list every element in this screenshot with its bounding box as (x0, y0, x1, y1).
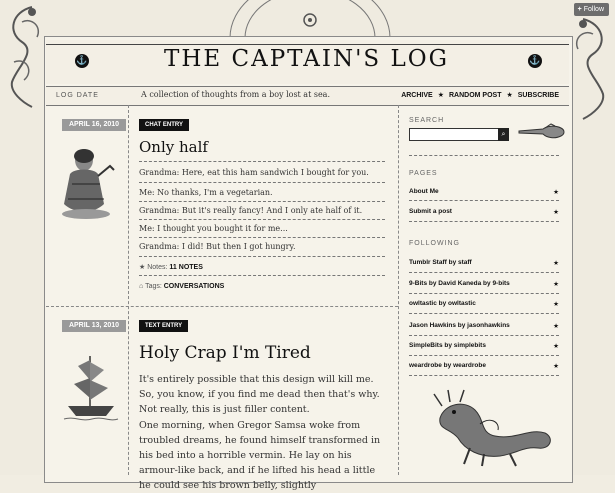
search-button[interactable]: ⌕ (498, 128, 509, 141)
separator (139, 275, 385, 276)
page-link-label: Submit a post (409, 208, 452, 215)
sidebar-page-link[interactable]: About Me ★ (409, 188, 559, 196)
post-paragraph: It's entirely possible that this design … (139, 374, 380, 415)
following-heading: FOLLOWING (409, 240, 461, 247)
following-link[interactable]: Jason Hawkins by jasonhawkins ★ (409, 322, 559, 330)
separator (409, 200, 559, 201)
compass-ornament-icon (229, 0, 391, 38)
separator (409, 355, 559, 356)
follow-button[interactable]: + Follow (573, 3, 609, 16)
star-icon: ★ (553, 260, 559, 267)
separator (139, 201, 385, 202)
following-link-label: 9-Bits by David Kaneda by 9-bits (409, 280, 510, 287)
following-link[interactable]: Tumblr Staff by staff ★ (409, 259, 559, 267)
separator (139, 237, 385, 238)
page-link-label: About Me (409, 188, 439, 195)
post-paragraph: One morning, when Gregor Samsa woke from… (139, 420, 381, 491)
separator (409, 221, 559, 222)
anchor-icon: ⚓ (528, 54, 542, 68)
nav-link-random-post[interactable]: RANDOM POST (449, 92, 502, 99)
site-tagline: A collection of thoughts from a boy lost… (141, 90, 330, 99)
separator (139, 182, 385, 183)
chat-line: Me: No thanks, I'm a vegetarian. (139, 188, 273, 197)
pages-heading: PAGES (409, 170, 438, 177)
sailing-ship-illustration (63, 356, 119, 421)
following-link-label: Jason Hawkins by jasonhawkins (409, 322, 510, 329)
separator (409, 155, 559, 156)
pointing-hand-icon (518, 123, 565, 139)
post-notes: ★ Notes: 11 NOTES (139, 263, 203, 271)
following-link[interactable]: owltastic by owltastic ★ (409, 300, 559, 308)
post-tags: ⌂ Tags: CONVERSATIONS (139, 283, 224, 290)
post-date-ribbon: APRIL 13, 2010 (62, 320, 126, 332)
nav-links: ARCHIVE ★ RANDOM POST ★ SUBSCRIBE (401, 91, 559, 99)
anchor-icon: ⚓ (75, 54, 89, 68)
chat-line: Me: I thought you bought it for me... (139, 224, 288, 233)
separator (139, 161, 385, 162)
search-icon: ⌕ (501, 130, 506, 138)
search-input[interactable] (409, 128, 501, 141)
following-link[interactable]: weardrobe by weardrobe ★ (409, 362, 559, 370)
post-date-ribbon: APRIL 16, 2010 (62, 119, 126, 131)
separator (139, 219, 385, 220)
separator (409, 335, 559, 336)
tag-link[interactable]: CONVERSATIONS (164, 283, 225, 290)
nav-link-subscribe[interactable]: SUBSCRIBE (518, 92, 559, 99)
search-heading: SEARCH (409, 117, 445, 124)
following-link-label: SimpleBits by simplebits (409, 342, 486, 349)
chat-line: Grandma: I did! But then I got hungry. (139, 242, 296, 251)
following-link-label: Tumblr Staff by staff (409, 259, 472, 266)
following-link-label: weardrobe by weardrobe (409, 362, 486, 369)
post-title[interactable]: Only half (139, 138, 208, 156)
tags-label: Tags: (145, 283, 162, 290)
post-type-badge: CHAT ENTRY (139, 119, 189, 131)
chat-line: Grandma: But it's really fancy! And I on… (139, 206, 363, 215)
star-icon: ★ (139, 264, 146, 271)
star-icon: ★ (553, 281, 559, 288)
nav-link-archive[interactable]: ARCHIVE (401, 92, 433, 99)
masthead-rule (46, 44, 569, 45)
sidebar-page-link[interactable]: Submit a post ★ (409, 208, 559, 216)
column-divider (398, 105, 399, 475)
woman-portrait-illustration (62, 149, 115, 219)
plus-icon: + (577, 6, 582, 13)
separator (409, 313, 559, 314)
star-icon: ★ (553, 209, 559, 216)
page-background: + Follow ⚓ THE CAPTAIN'S LOG ⚓ LOG DATE A… (0, 0, 615, 491)
tag-icon: ⌂ (139, 283, 144, 290)
column-divider (128, 105, 129, 475)
nav-log-date-label: LOG DATE (56, 92, 99, 99)
star-icon: ★ (553, 189, 559, 196)
page-title: THE CAPTAIN'S LOG (164, 46, 449, 72)
sea-monster-illustration (433, 389, 551, 467)
post-divider (46, 306, 398, 307)
separator (409, 293, 559, 294)
nav-bar: LOG DATE A collection of thoughts from a… (46, 86, 569, 106)
post-type-badge: TEXT ENTRY (139, 320, 189, 332)
separator (409, 375, 559, 376)
following-link[interactable]: 9-Bits by David Kaneda by 9-bits ★ (409, 280, 559, 288)
star-icon: ★ (553, 323, 559, 330)
chat-line: Grandma: Here, eat this ham sandwich I b… (139, 168, 369, 177)
star-icon: ★ (437, 92, 444, 99)
following-link-label: owltastic by owltastic (409, 300, 476, 307)
star-icon: ★ (553, 301, 559, 308)
notes-count-link[interactable]: 11 NOTES (169, 264, 202, 271)
star-icon: ★ (506, 92, 513, 99)
post-title[interactable]: Holy Crap I'm Tired (139, 343, 311, 363)
notes-label: Notes: (147, 264, 168, 271)
following-link[interactable]: SimpleBits by simplebits ★ (409, 342, 559, 350)
separator (409, 272, 559, 273)
star-icon: ★ (553, 343, 559, 350)
separator (139, 256, 385, 257)
follow-label: Follow (583, 6, 604, 13)
star-icon: ★ (553, 363, 559, 370)
